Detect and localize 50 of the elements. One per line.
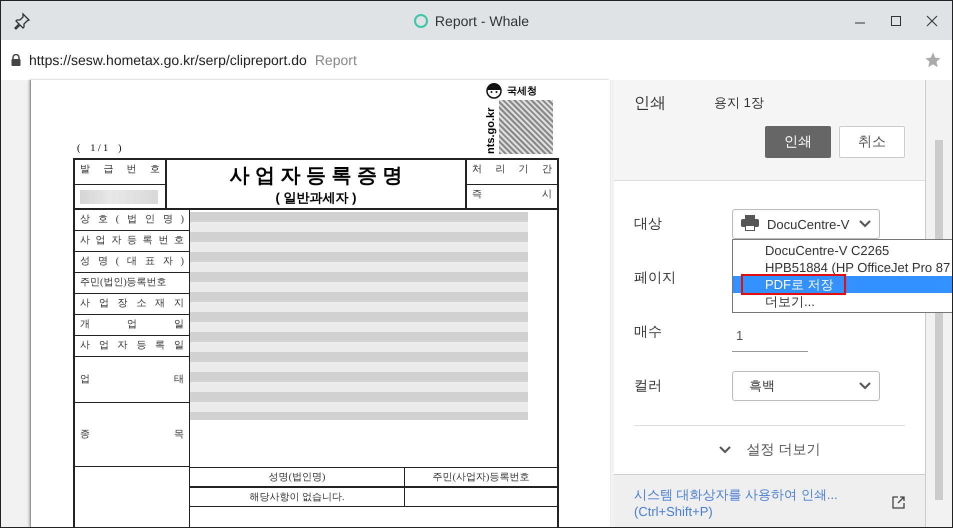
print-button[interactable]: 인쇄: [765, 126, 831, 158]
qr-code: [499, 100, 553, 154]
chevron-down-icon: [859, 382, 871, 390]
form-label: 종 목: [75, 403, 189, 467]
column-header: 주민(사업자)등록번호: [405, 467, 557, 487]
color-select[interactable]: 흑백: [732, 371, 880, 401]
form-label: 처 리 기 간: [467, 160, 557, 184]
browser-logo-icon: [414, 14, 428, 28]
setting-label: 페이지: [634, 269, 677, 287]
sheet-count: 용지 1장: [714, 94, 764, 112]
form-title: 사 업 자 등 록 증 명: [229, 164, 403, 188]
chevron-down-icon: [718, 446, 731, 454]
printer-icon: [741, 214, 759, 234]
form-label: 업 태: [75, 357, 189, 403]
table-cell: 해당사항이 없습니다.: [190, 487, 405, 507]
setting-label: 매수: [634, 323, 663, 341]
form-label: 사 업 장 소 재 지: [75, 294, 189, 315]
highlight-box: PDF로 저장: [743, 276, 844, 293]
window-title: Report - Whale: [434, 12, 530, 28]
url-text[interactable]: https://sesw.hometax.go.kr/serp/clipreport.do: [29, 52, 307, 68]
menu-item[interactable]: 더보기...: [733, 293, 952, 310]
form-label: 사 업 자 등 록 번 호: [75, 231, 189, 252]
form-subtitle: ( 일반과세자 ): [276, 188, 356, 206]
setting-label: 컬러: [634, 377, 663, 395]
page-title: Report: [314, 52, 358, 68]
panel-title: 인쇄: [634, 94, 666, 114]
page-indicator: ( 1 / 1 ): [77, 143, 122, 154]
star-icon[interactable]: [924, 51, 942, 69]
menu-item[interactable]: DocuCentre-V C2265: [733, 242, 952, 259]
form-label: 주민(법인)등록번호: [75, 273, 189, 294]
copies-field[interactable]: 1: [732, 324, 808, 352]
form-value: 즉 시: [471, 188, 553, 202]
form-label: 발 급 번 호: [75, 160, 165, 184]
form-label: 개 업 일: [75, 315, 189, 336]
column-header: 성명(법인명): [190, 467, 405, 487]
maximize-icon[interactable]: [890, 14, 902, 26]
agency-name: 국세청: [507, 85, 537, 98]
pin-icon[interactable]: [13, 12, 31, 30]
lock-icon: [11, 54, 21, 66]
close-icon[interactable]: [926, 14, 938, 26]
external-link-icon[interactable]: [892, 496, 905, 509]
form-label: 상 호 ( 법 인 명 ): [75, 210, 189, 231]
form-label: 성 명 ( 대 표 자 ): [75, 252, 189, 273]
menu-item[interactable]: HPB51884 (HP OfficeJet Pro 87: [733, 259, 952, 276]
setting-label: 대상: [634, 215, 663, 233]
site-text: nts.go.kr: [485, 106, 497, 154]
chevron-down-icon: [859, 220, 871, 228]
cancel-button[interactable]: 취소: [839, 126, 905, 158]
shortcut-text: (Ctrl+Shift+P): [634, 504, 714, 519]
form-label: 사 업 자 등 록 일: [75, 336, 189, 357]
